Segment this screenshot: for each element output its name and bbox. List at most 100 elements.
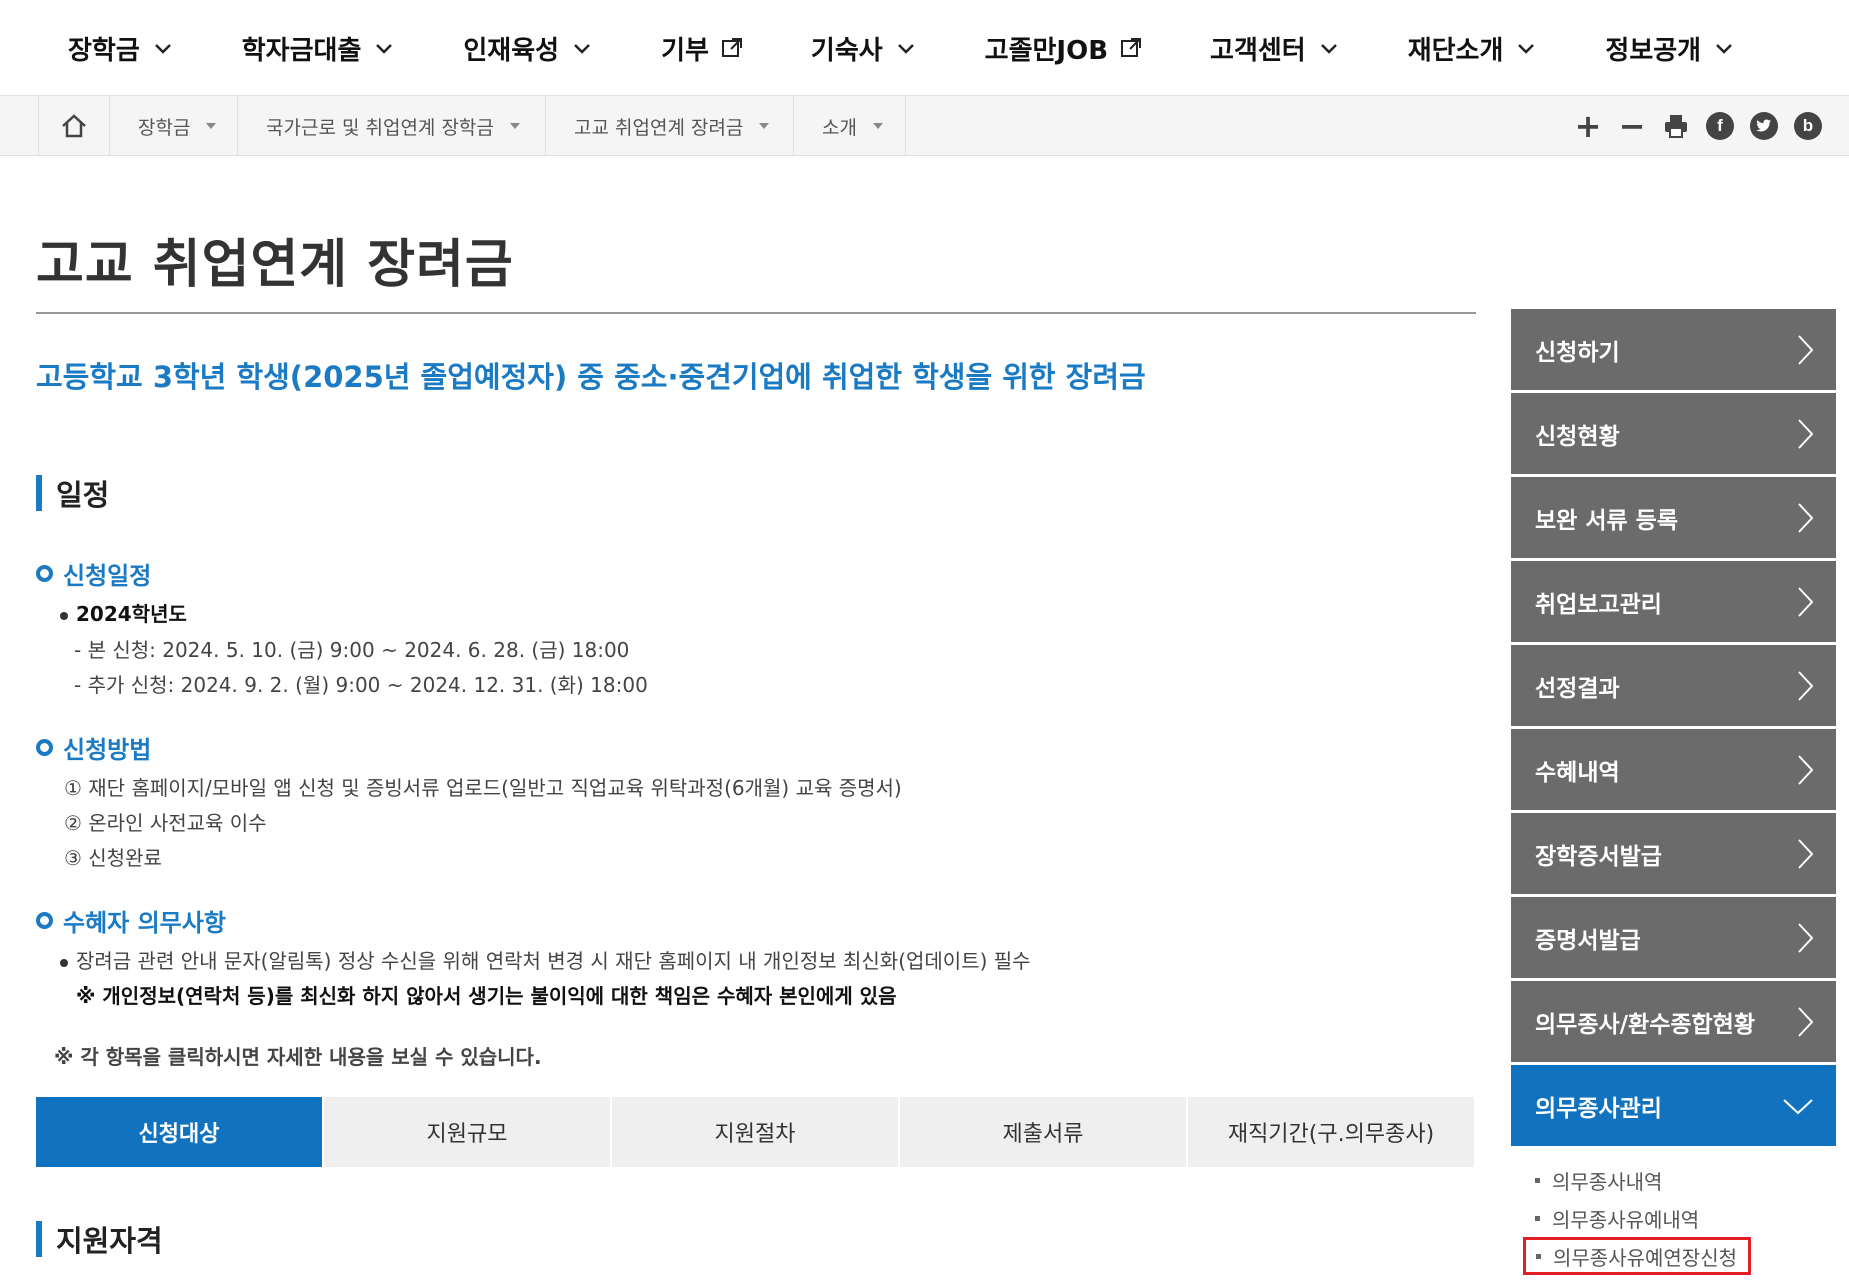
tab-support-scale[interactable]: 지원규모 — [324, 1097, 612, 1167]
external-link-icon — [1121, 38, 1142, 57]
printer-icon — [1665, 115, 1687, 138]
chevron-down-icon — [376, 44, 393, 54]
breadcrumb-item-intro[interactable]: 소개 — [794, 96, 906, 156]
side-menu-item-duty-overview[interactable]: 의무종사/환수종합현황 — [1511, 981, 1836, 1062]
breadcrumb-item-work-study[interactable]: 국가근로 및 취업연계 장학금 — [238, 96, 546, 156]
side-menu-item-supplement[interactable]: 보완 서류 등록 — [1511, 477, 1836, 558]
submenu-label: 의무종사유예내역 — [1552, 1207, 1700, 1232]
schedule-line: - 추가 신청: 2024. 9. 2. (월) 9:00 ~ 2024. 12… — [74, 673, 648, 697]
top-navigation: 장학금 학자금대출 인재육성 기부 기숙사 고졸만JOB 고객센터 재단소개 정… — [0, 0, 1849, 96]
subheading-label: 신청방법 — [63, 736, 152, 764]
subheading-duties: 수혜자 의무사항 — [36, 903, 226, 938]
subheading-apply-schedule: 신청일정 — [36, 556, 151, 591]
ring-bullet-icon — [36, 739, 53, 756]
chevron-right-icon — [1798, 502, 1814, 533]
breadcrumb-item-scholarship[interactable]: 장학금 — [110, 96, 238, 156]
side-menu-item-benefit-history[interactable]: 수혜내역 — [1511, 729, 1836, 810]
side-menu-label: 수혜내역 — [1535, 759, 1620, 786]
print-button[interactable] — [1661, 111, 1691, 141]
side-menu-item-selection-result[interactable]: 선정결과 — [1511, 645, 1836, 726]
twitter-icon — [1750, 112, 1778, 140]
home-button[interactable] — [38, 96, 110, 156]
ring-bullet-icon — [36, 565, 53, 582]
nav-item-foundation[interactable]: 재단소개 — [1408, 30, 1538, 67]
side-menu-item-apply[interactable]: 신청하기 — [1511, 309, 1836, 390]
nav-item-talent[interactable]: 인재육성 — [463, 30, 593, 67]
breadcrumb-label: 소개 — [822, 116, 857, 139]
nav-item-highschool-job[interactable]: 고졸만JOB — [985, 30, 1142, 67]
tab-eligibility[interactable]: 신청대상 — [36, 1097, 324, 1167]
home-icon — [62, 114, 86, 138]
side-menu-item-duty-management[interactable]: 의무종사관리 — [1511, 1065, 1836, 1146]
side-menu-label: 취업보고관리 — [1535, 591, 1662, 618]
side-menu-item-proof-issue[interactable]: 증명서발급 — [1511, 897, 1836, 978]
submenu-label: 의무종사내역 — [1552, 1169, 1663, 1194]
chevron-down-icon — [154, 44, 171, 54]
zoom-out-button[interactable]: − — [1617, 107, 1647, 145]
nav-label: 기부 — [661, 35, 709, 66]
side-menu-label: 증명서발급 — [1535, 927, 1641, 954]
breadcrumb-label: 국가근로 및 취업연계 장학금 — [266, 116, 494, 139]
side-menu-item-certificate-issue[interactable]: 장학증서발급 — [1511, 813, 1836, 894]
nav-item-disclosure[interactable]: 정보공개 — [1605, 30, 1735, 67]
tab-support-procedure[interactable]: 지원절차 — [612, 1097, 900, 1167]
nav-label: 장학금 — [68, 35, 140, 66]
facebook-icon: f — [1706, 112, 1734, 140]
method-line: ③ 신청완료 — [64, 846, 162, 870]
twitter-share-button[interactable] — [1749, 111, 1779, 141]
submenu-item-duty-history[interactable]: 의무종사내역 — [1525, 1161, 1836, 1199]
side-menu: 신청하기 신청현황 보완 서류 등록 취업보고관리 선정결과 수혜내역 장학증서… — [1511, 309, 1836, 1275]
chevron-right-icon — [1798, 334, 1814, 365]
caret-down-icon — [872, 123, 883, 129]
schedule-line: - 본 신청: 2024. 5. 10. (금) 9:00 ~ 2024. 6.… — [74, 638, 630, 662]
nav-item-dormitory[interactable]: 기숙사 — [811, 30, 917, 67]
section-heading-schedule: 일정 — [36, 472, 109, 514]
side-submenu: 의무종사내역 의무종사유예내역 의무종사유예연장신청 — [1511, 1149, 1836, 1275]
facebook-share-button[interactable]: f — [1705, 111, 1735, 141]
side-menu-label: 신청하기 — [1535, 339, 1620, 366]
tab-documents[interactable]: 제출서류 — [900, 1097, 1188, 1167]
nav-label: 고졸만JOB — [984, 35, 1109, 66]
external-link-icon — [721, 38, 742, 57]
side-menu-item-employment-report[interactable]: 취업보고관리 — [1511, 561, 1836, 642]
chevron-down-icon — [897, 44, 914, 54]
chevron-down-icon — [1716, 44, 1732, 54]
section-heading-label: 지원자격 — [56, 1224, 163, 1258]
nav-item-student-loan[interactable]: 학자금대출 — [242, 30, 396, 67]
nav-item-scholarship[interactable]: 장학금 — [68, 30, 174, 67]
nav-item-donation[interactable]: 기부 — [661, 30, 743, 67]
submenu-item-deferral-extension[interactable]: 의무종사유예연장신청 — [1523, 1237, 1751, 1275]
zoom-in-button[interactable]: + — [1573, 107, 1603, 145]
heading-bar — [36, 1221, 42, 1257]
square-bullet-icon — [1535, 1177, 1540, 1183]
side-menu-item-status[interactable]: 신청현황 — [1511, 393, 1836, 474]
square-bullet-icon — [1536, 1253, 1541, 1259]
side-menu-label: 장학증서발급 — [1535, 843, 1662, 870]
duties-line: 장려금 관련 안내 문자(알림톡) 정상 수신을 위해 연락처 변경 시 재단 … — [60, 945, 1031, 974]
minus-icon: − — [1618, 107, 1646, 145]
breadcrumb-item-highschool-incentive[interactable]: 고교 취업연계 장려금 — [546, 96, 794, 156]
nav-label: 기숙사 — [810, 35, 883, 66]
tab-employment-period[interactable]: 재직기간(구.의무종사) — [1188, 1097, 1476, 1167]
chevron-right-icon — [1798, 670, 1814, 701]
duties-text: 장려금 관련 안내 문자(알림톡) 정상 수신을 위해 연락처 변경 시 재단 … — [76, 949, 1031, 973]
click-note: ※ 각 항목을 클릭하시면 자세한 내용을 보실 수 있습니다. — [54, 1045, 542, 1069]
side-menu-label: 의무종사관리 — [1535, 1095, 1662, 1122]
page-title: 고교 취업연계 장려금 — [36, 235, 514, 295]
blog-share-button[interactable]: b — [1793, 111, 1823, 141]
chevron-down-icon — [1320, 44, 1337, 54]
nav-label: 고객센터 — [1210, 35, 1306, 66]
ring-bullet-icon — [36, 912, 53, 929]
nav-item-customer-center[interactable]: 고객센터 — [1210, 30, 1340, 67]
square-bullet-icon — [1535, 1215, 1540, 1221]
section-heading-qualification: 지원자격 — [36, 1218, 163, 1260]
detail-tabs: 신청대상 지원규모 지원절차 제출서류 재직기간(구.의무종사) — [36, 1097, 1476, 1167]
submenu-item-deferral-history[interactable]: 의무종사유예내역 — [1525, 1199, 1836, 1237]
nav-label: 학자금대출 — [241, 35, 362, 66]
chevron-down-icon — [1518, 44, 1535, 54]
plus-icon: + — [1574, 107, 1602, 145]
submenu-label: 의무종사유예연장신청 — [1553, 1245, 1737, 1270]
bullet-icon — [60, 611, 68, 620]
nav-label: 재단소개 — [1407, 35, 1504, 66]
chevron-right-icon — [1798, 1006, 1814, 1037]
